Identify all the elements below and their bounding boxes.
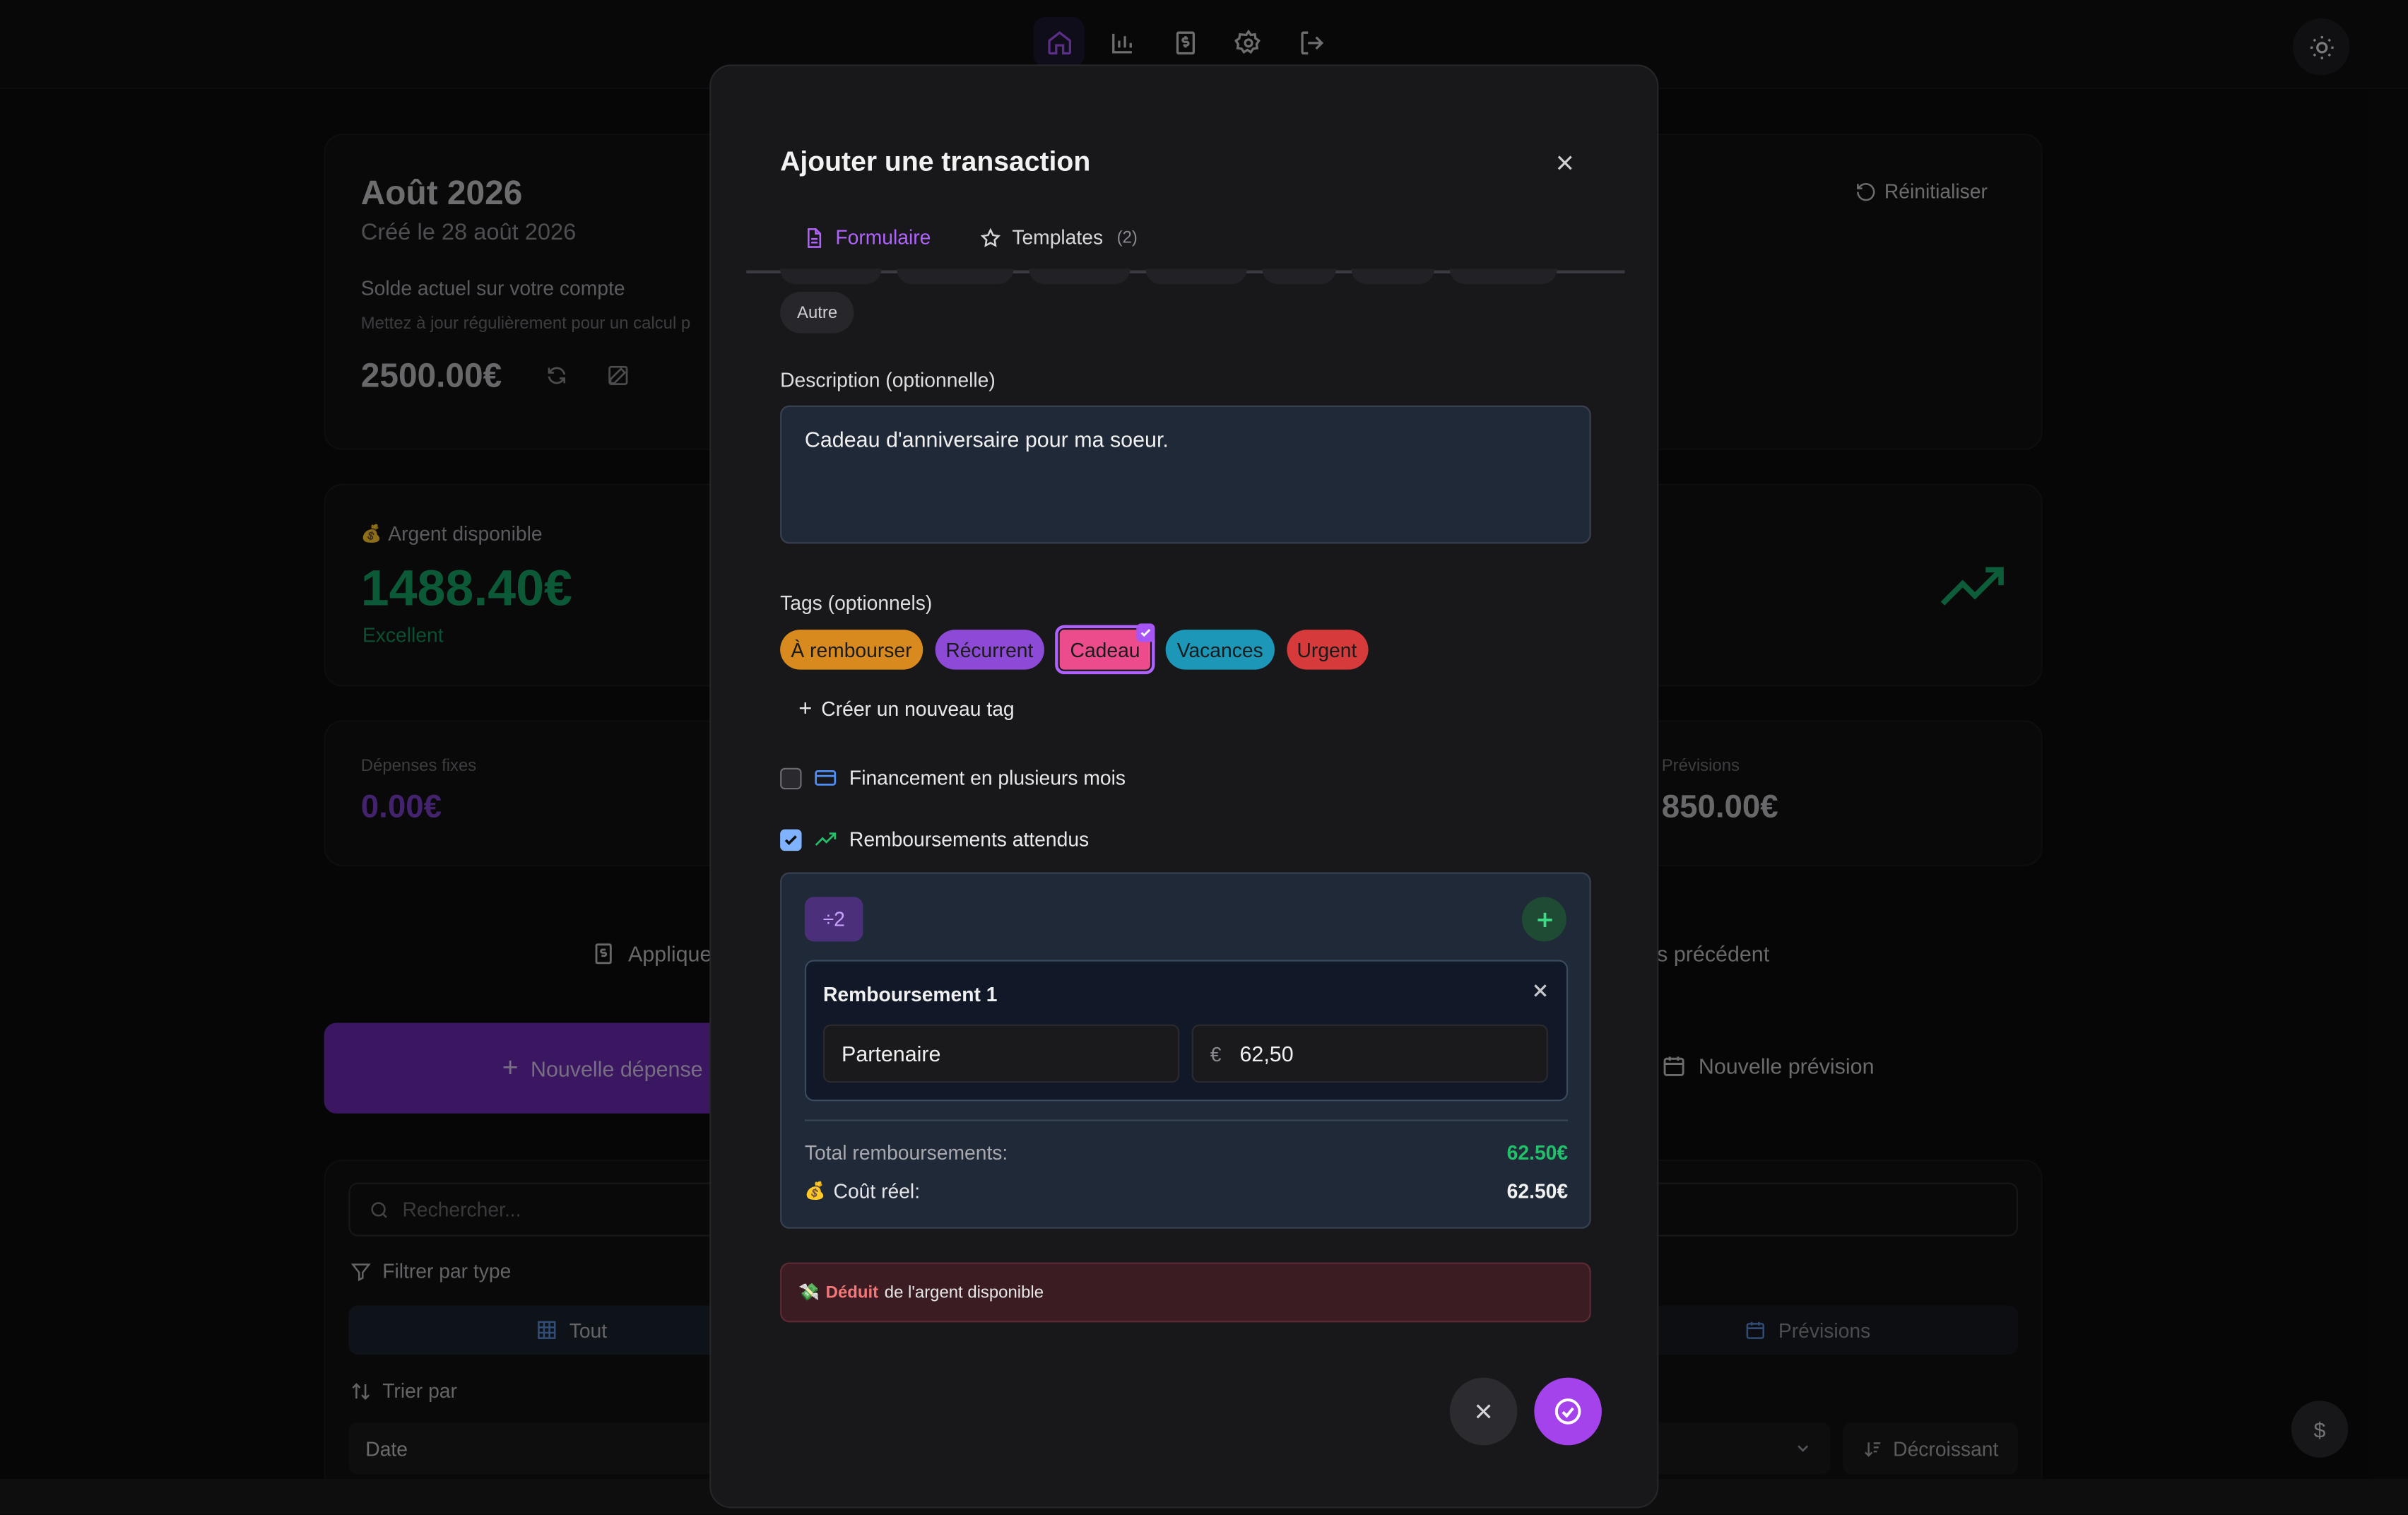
ghost-chip xyxy=(1262,269,1336,285)
divider xyxy=(804,1119,1569,1121)
ghost-chip xyxy=(1351,269,1435,285)
description-textarea[interactable]: Cadeau d'anniversaire pour ma soeur. xyxy=(780,405,1591,544)
category-chips-overflow xyxy=(780,269,1557,285)
ghost-chip xyxy=(780,269,882,285)
tag-label: Urgent xyxy=(1297,638,1357,661)
tag-label: À rembourser xyxy=(791,638,912,661)
remove-reimbursement-button[interactable] xyxy=(1531,981,1550,1000)
ghost-chip xyxy=(897,269,1014,285)
real-cost-row: 💰 Coût réel: 62.50€ xyxy=(805,1179,1568,1203)
add-reimbursement-button[interactable] xyxy=(1521,897,1566,942)
create-tag-label: Créer un nouveau tag xyxy=(821,697,1015,721)
tab-form[interactable]: Formulaire xyxy=(803,226,931,249)
real-cost-value: 62.50€ xyxy=(1506,1179,1569,1203)
alert-text: de l'argent disponible xyxy=(884,1283,1044,1302)
create-tag-button[interactable]: + Créer un nouveau tag xyxy=(798,696,1014,722)
total-reimbursements-row: Total remboursements: 62.50€ xyxy=(805,1141,1568,1165)
person-input[interactable]: Partenaire xyxy=(822,1024,1180,1083)
close-icon xyxy=(1534,984,1547,997)
amount-input[interactable]: € 62,50 xyxy=(1191,1024,1548,1083)
tag-label: Récurrent xyxy=(945,638,1034,661)
templates-count: (2) xyxy=(1116,228,1138,247)
ghost-chip xyxy=(1145,269,1247,285)
close-icon xyxy=(1557,155,1572,170)
add-transaction-modal: Ajouter une transaction Formulaire Templ… xyxy=(709,64,1659,1509)
amount-value: 62,50 xyxy=(1239,1041,1294,1066)
total-reimbursements-value: 62.50€ xyxy=(1506,1140,1569,1165)
ghost-chip xyxy=(1449,269,1557,285)
close-icon xyxy=(1476,1404,1491,1419)
tag-recurrent[interactable]: Récurrent xyxy=(935,630,1044,670)
tab-templates[interactable]: Templates (2) xyxy=(980,226,1138,249)
reimbursements-label: Remboursements attendus xyxy=(849,827,1090,851)
reimbursements-checkbox[interactable] xyxy=(780,828,802,851)
plus-icon: + xyxy=(798,695,813,722)
modal-title: Ajouter une transaction xyxy=(780,146,1091,177)
tag-label: Vacances xyxy=(1176,638,1263,661)
tag-label: Cadeau xyxy=(1070,638,1140,661)
money-bag-icon: 💰 xyxy=(804,1182,826,1201)
euro-icon: € xyxy=(1210,1042,1222,1066)
credit-card-icon xyxy=(815,770,837,786)
close-modal-button[interactable] xyxy=(1548,146,1582,179)
description-label: Description (optionnelle) xyxy=(780,368,996,392)
tags-label: Tags (optionnels) xyxy=(780,591,933,615)
document-icon xyxy=(808,227,822,247)
real-cost-label: Coût réel: xyxy=(833,1179,921,1203)
financing-row: Financement en plusieurs mois xyxy=(780,766,1126,790)
money-wings-icon: 💸 xyxy=(798,1284,820,1303)
plus-icon xyxy=(1537,912,1552,926)
category-chip-autre[interactable]: Autre xyxy=(780,291,855,334)
cancel-button[interactable] xyxy=(1449,1377,1518,1446)
real-cost-label-wrap: 💰 Coût réel: xyxy=(805,1179,920,1203)
reimbursement-item: Remboursement 1 Partenaire € 62,50 xyxy=(804,960,1569,1102)
tags-list: À rembourser Récurrent Cadeau Vacances U… xyxy=(780,623,1368,675)
tab-form-label: Formulaire xyxy=(835,225,931,249)
trending-up-icon xyxy=(815,832,837,846)
ghost-chip xyxy=(1029,269,1131,285)
tab-templates-label: Templates xyxy=(1012,225,1104,249)
total-reimbursements-label: Total remboursements: xyxy=(804,1140,1008,1165)
reimbursements-row: Remboursements attendus xyxy=(780,828,1089,851)
modal-tabs: Formulaire Templates (2) xyxy=(746,216,1625,273)
financing-label: Financement en plusieurs mois xyxy=(849,766,1126,790)
tag-vacances[interactable]: Vacances xyxy=(1166,630,1274,670)
financing-checkbox[interactable] xyxy=(780,767,802,789)
reimbursement-item-label: Remboursement 1 xyxy=(822,983,998,1006)
tag-a-rembourser[interactable]: À rembourser xyxy=(780,630,923,670)
star-icon xyxy=(980,227,1001,247)
submit-button[interactable] xyxy=(1534,1377,1602,1446)
reimbursements-panel: ÷2 Remboursement 1 Partenaire € 62,50 To… xyxy=(780,872,1591,1229)
split-half-button[interactable]: ÷2 xyxy=(804,897,863,942)
alert-highlight: Déduit xyxy=(825,1283,879,1302)
check-icon xyxy=(1137,623,1156,642)
check-circle-icon xyxy=(1554,1398,1581,1425)
tag-cadeau[interactable]: Cadeau xyxy=(1054,623,1156,675)
deduction-alert: 💸 Déduit de l'argent disponible xyxy=(780,1262,1591,1323)
tag-urgent[interactable]: Urgent xyxy=(1286,630,1368,670)
